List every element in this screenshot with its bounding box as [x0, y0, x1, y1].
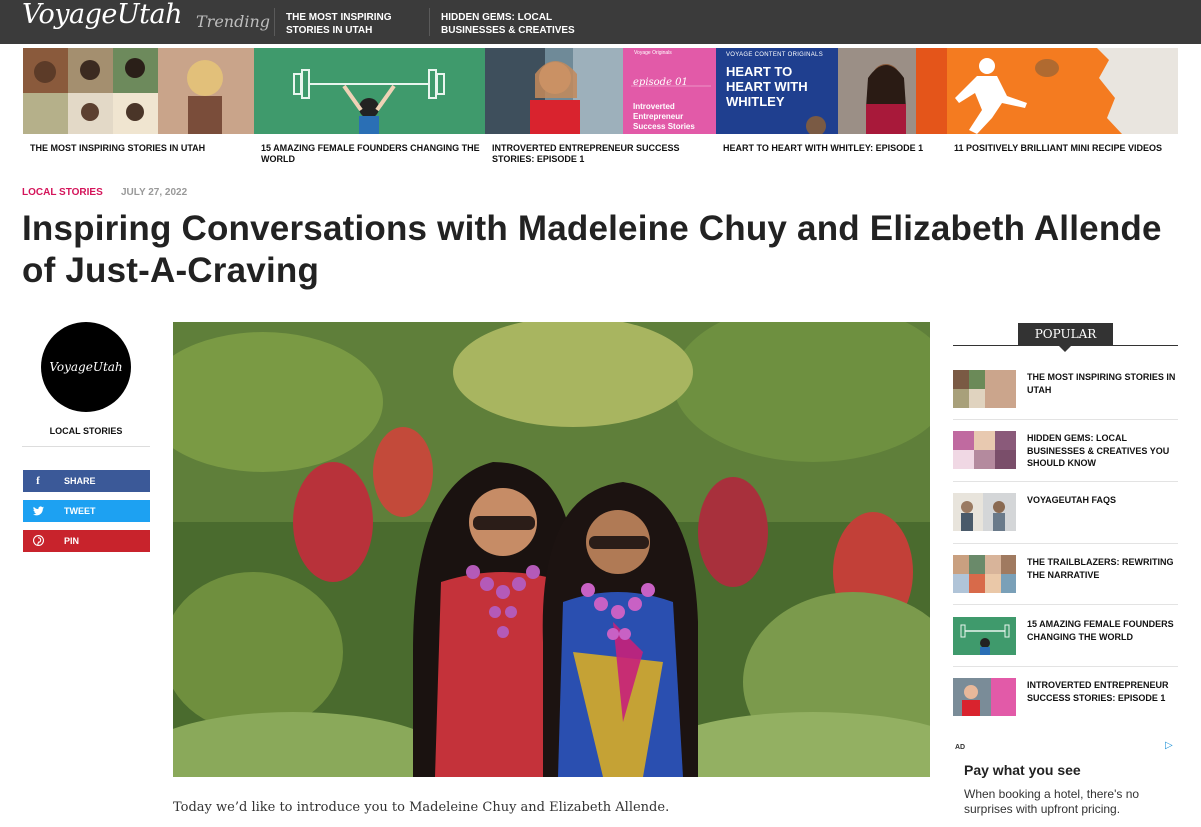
divider — [274, 8, 275, 36]
ad-body-text: When booking a hotel, there's no surpris… — [964, 787, 1140, 816]
popular-thumbnail — [953, 431, 1016, 469]
pinterest-icon — [31, 530, 45, 554]
trending-caption[interactable]: INTROVERTED ENTREPRENEUR SUCCESS STORIES… — [492, 143, 714, 165]
twitter-icon — [31, 500, 45, 524]
trending-tile-female-founders[interactable] — [254, 48, 485, 134]
tweet-label: TWEET — [64, 506, 96, 516]
tropical-portrait-image — [173, 322, 930, 777]
chalkboard-image — [254, 48, 485, 134]
trending-tile-inspiring-stories[interactable] — [23, 48, 254, 134]
popular-item-title: 15 AMAZING FEMALE FOUNDERS CHANGING THE … — [1027, 619, 1174, 642]
popular-item[interactable]: THE MOST INSPIRING STORIES IN UTAH — [953, 370, 1178, 426]
share-facebook-button[interactable]: f SHARE — [23, 470, 150, 492]
trending-caption[interactable]: 15 AMAZING FEMALE FOUNDERS CHANGING THE … — [261, 143, 483, 165]
author-avatar[interactable]: VoyageUtah — [41, 322, 131, 412]
author-category[interactable]: LOCAL STORIES — [22, 426, 150, 436]
cover-brand: VOYAGE CONTENT ORIGINALS — [726, 52, 823, 58]
hero-photo — [173, 322, 930, 777]
popular-item[interactable]: VOYAGEUTAH FAQS — [953, 493, 1178, 549]
trending-tile-mini-recipes[interactable] — [947, 48, 1178, 134]
article-title: Inspiring Conversations with Madeleine C… — [22, 209, 1162, 290]
popular-item[interactable]: HIDDEN GEMS: LOCAL BUSINESSES & CREATIVE… — [953, 431, 1178, 487]
trending-caption[interactable]: THE MOST INSPIRING STORIES IN UTAH — [30, 143, 252, 154]
article-intro: Today we’d like to introduce you to Made… — [173, 800, 670, 815]
popular-item[interactable]: INTROVERTED ENTREPRENEUR SUCCESS STORIES… — [953, 678, 1178, 734]
popular-item-title: VOYAGEUTAH FAQS — [1027, 495, 1117, 505]
share-pinterest-button[interactable]: PIN — [23, 530, 150, 552]
divider — [22, 446, 150, 447]
divider — [953, 666, 1178, 667]
trending-label: Trending — [196, 12, 270, 31]
popular-thumbnail — [953, 370, 1016, 408]
popular-item-title: INTROVERTED ENTREPRENEUR SUCCESS STORIES… — [1027, 680, 1169, 703]
trending-caption[interactable]: HEART TO HEART WITH WHITLEY: EPISODE 1 — [723, 143, 945, 154]
popular-item[interactable]: THE TRAILBLAZERS: REWRITING THE NARRATIV… — [953, 555, 1178, 611]
trending-tile-introverted-entrepreneur[interactable]: Voyage Originals episode 01 Introverted … — [485, 48, 716, 134]
divider — [953, 419, 1178, 420]
pin-label: PIN — [64, 536, 80, 546]
divider — [953, 604, 1178, 605]
trending-tile-heart-to-heart[interactable]: VOYAGE CONTENT ORIGINALS HEART TO HEART … — [716, 48, 947, 134]
popular-thumbnail — [953, 678, 1016, 716]
site-logo[interactable]: VoyageUtah — [22, 0, 182, 30]
share-twitter-button[interactable]: TWEET — [23, 500, 150, 522]
share-label: SHARE — [64, 476, 96, 486]
ad-headline[interactable]: Pay what you see — [964, 762, 1081, 778]
article-category[interactable]: LOCAL STORIES — [22, 187, 103, 198]
cover-episode: episode 01 — [633, 77, 688, 88]
divider — [429, 8, 430, 36]
divider — [953, 543, 1178, 544]
ad-badge: AD — [955, 744, 966, 751]
collage-image — [23, 48, 254, 134]
popular-thumbnail — [953, 617, 1016, 655]
popular-item-title: HIDDEN GEMS: LOCAL BUSINESSES & CREATIVE… — [1027, 433, 1170, 468]
popular-item-title: THE MOST INSPIRING STORIES IN UTAH — [1027, 372, 1176, 395]
trending-caption[interactable]: 11 POSITIVELY BRILLIANT MINI RECIPE VIDE… — [954, 143, 1176, 154]
popular-heading-arrow — [1059, 346, 1071, 352]
cover-title: HEART TO HEART WITH WHITLEY — [726, 64, 808, 109]
ad-choices-icon[interactable]: ▷ — [1165, 740, 1173, 751]
popular-item-title: THE TRAILBLAZERS: REWRITING THE NARRATIV… — [1027, 557, 1174, 580]
facebook-icon: f — [36, 475, 40, 487]
popular-item[interactable]: 15 AMAZING FEMALE FOUNDERS CHANGING THE … — [953, 617, 1178, 673]
divider — [953, 481, 1178, 482]
top-navigation-bar: VoyageUtah Trending THE MOST INSPIRING S… — [0, 0, 1201, 44]
trending-link-inspiring-stories[interactable]: THE MOST INSPIRING STORIES IN UTAH — [286, 11, 406, 37]
popular-thumbnail — [953, 493, 1016, 531]
cover-brand: Voyage Originals — [634, 50, 672, 56]
cover-title: Introverted Entrepreneur Success Stories — [633, 102, 695, 131]
recipe-cover-image — [947, 48, 1178, 134]
trending-link-hidden-gems[interactable]: HIDDEN GEMS: LOCAL BUSINESSES & CREATIVE… — [441, 11, 581, 37]
popular-thumbnail — [953, 555, 1016, 593]
article-date: JULY 27, 2022 — [121, 187, 188, 198]
popular-heading: POPULAR — [1018, 323, 1113, 346]
